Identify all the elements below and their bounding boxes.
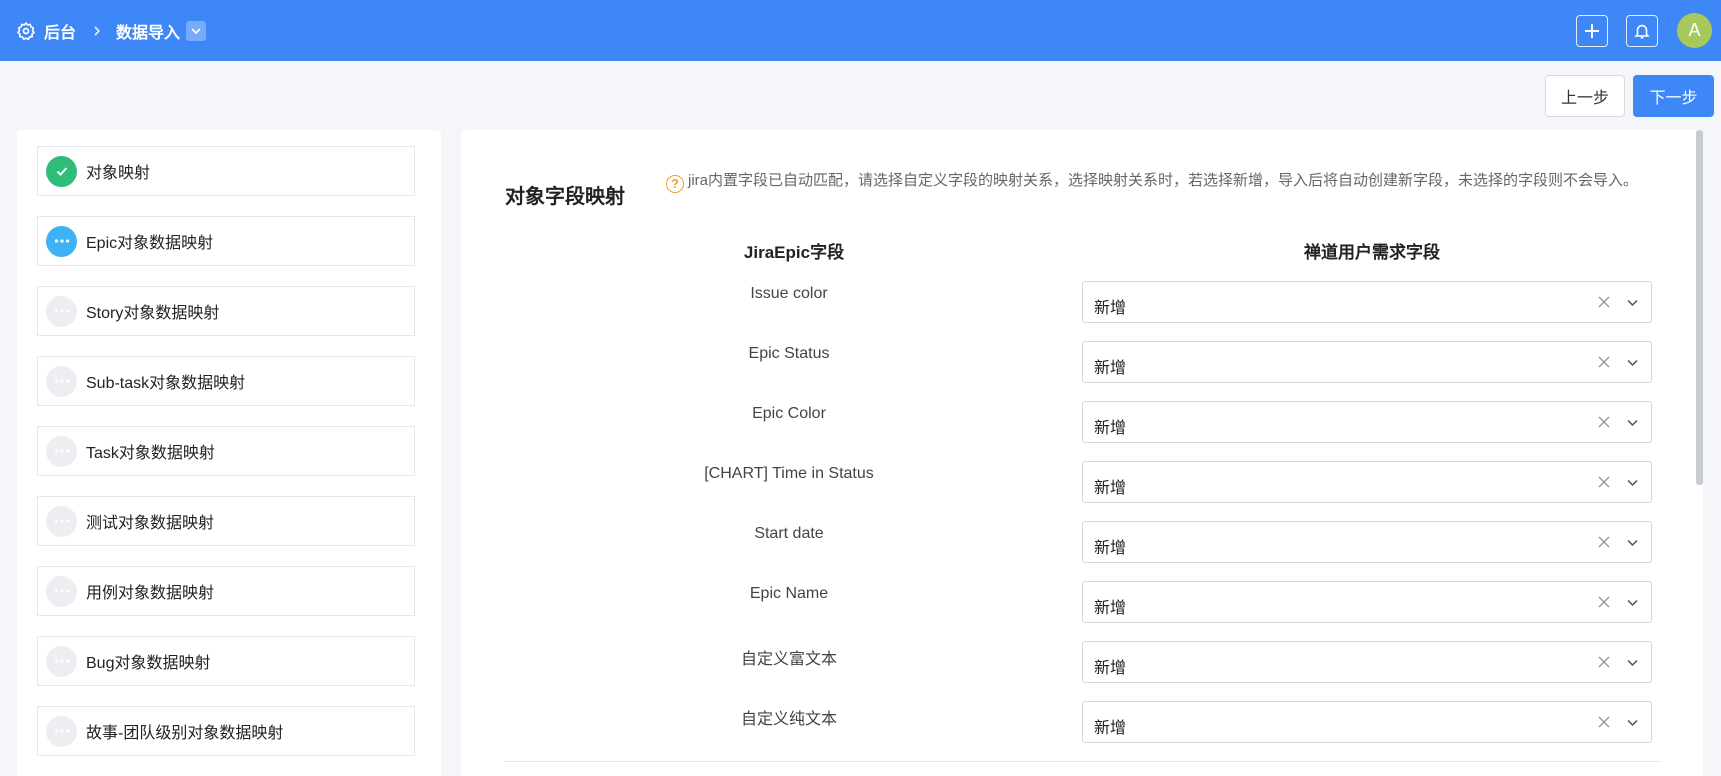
step-label: 对象映射 <box>86 165 151 182</box>
field-name: Epic Name <box>749 585 829 602</box>
step-label: 测试对象数据映射 <box>86 515 215 532</box>
top-header: 后台 数据导入 <box>0 0 1721 61</box>
field-name: Epic Color <box>752 405 826 422</box>
step-item-epic[interactable]: Epic对象数据映射 <box>37 216 415 266</box>
mapping-select[interactable]: 新增 <box>1082 701 1652 743</box>
chevron-down-icon[interactable] <box>1626 596 1639 609</box>
prev-step-button[interactable]: 上一步 <box>1545 75 1625 117</box>
gear-icon[interactable] <box>16 21 36 41</box>
step-item-story[interactable]: Story对象数据映射 <box>37 286 415 336</box>
mapping-select[interactable]: 新增 <box>1082 581 1652 623</box>
close-icon[interactable] <box>1597 595 1611 609</box>
column-header-source: JiraEpic字段 <box>743 243 845 262</box>
column-header-target: 禅道用户需求字段 <box>1304 243 1440 262</box>
ellipsis-icon <box>46 295 77 327</box>
chevron-down-icon[interactable] <box>1626 536 1639 549</box>
chevron-right-icon <box>90 24 104 38</box>
select-value: 新增 <box>1094 420 1127 437</box>
close-icon[interactable] <box>1597 715 1611 729</box>
ellipsis-icon <box>46 645 77 677</box>
plus-icon <box>1582 21 1602 41</box>
field-name: Issue color <box>750 285 828 302</box>
breadcrumb-current: 数据导入 <box>116 24 181 42</box>
chevron-down-icon[interactable] <box>1626 296 1639 309</box>
notification-button[interactable] <box>1626 15 1658 47</box>
ellipsis-icon <box>46 225 77 257</box>
chevron-down-icon[interactable] <box>1626 416 1639 429</box>
avatar[interactable]: A <box>1677 13 1712 48</box>
scrollbar[interactable] <box>1696 130 1703 485</box>
breadcrumb-root[interactable]: 后台 <box>44 19 76 43</box>
close-icon[interactable] <box>1597 295 1611 309</box>
ellipsis-icon <box>46 575 77 607</box>
close-icon[interactable] <box>1597 475 1611 489</box>
close-icon[interactable] <box>1597 655 1611 669</box>
field-name: 自定义富文本 <box>740 651 838 668</box>
check-icon <box>46 155 77 187</box>
tip-text: jira内置字段已自动匹配，请选择自定义字段的映射关系，选择映射关系时，若选择新… <box>688 172 1639 189</box>
mapping-select[interactable]: 新增 <box>1082 341 1652 383</box>
step-label: Task对象数据映射 <box>86 445 215 462</box>
select-value: 新增 <box>1094 360 1127 377</box>
close-icon[interactable] <box>1597 355 1611 369</box>
step-label: 故事-团队级别对象数据映射 <box>86 725 284 742</box>
chevron-down-icon[interactable] <box>1626 356 1639 369</box>
close-icon[interactable] <box>1597 415 1611 429</box>
close-icon[interactable] <box>1597 535 1611 549</box>
ellipsis-icon <box>46 365 77 397</box>
step-label: Story对象数据映射 <box>86 305 220 322</box>
chevron-down-icon[interactable] <box>1626 716 1639 729</box>
ellipsis-icon <box>46 505 77 537</box>
step-label: Bug对象数据映射 <box>86 655 211 672</box>
field-name: Epic Status <box>748 345 830 362</box>
section-title: 对象字段映射 <box>505 186 625 208</box>
step-label: Sub-task对象数据映射 <box>86 375 246 392</box>
divider <box>505 761 1661 762</box>
step-item-task[interactable]: Task对象数据映射 <box>37 426 415 476</box>
select-value: 新增 <box>1094 300 1127 317</box>
select-value: 新增 <box>1094 600 1127 617</box>
mapping-select[interactable]: 新增 <box>1082 281 1652 323</box>
select-value: 新增 <box>1094 540 1127 557</box>
step-label: 用例对象数据映射 <box>86 585 215 602</box>
step-item-case[interactable]: 用例对象数据映射 <box>37 566 415 616</box>
mapping-select[interactable]: 新增 <box>1082 641 1652 683</box>
mapping-select[interactable]: 新增 <box>1082 401 1652 443</box>
question-circle-icon: ? <box>666 175 684 193</box>
chevron-down-icon[interactable] <box>1626 656 1639 669</box>
field-name: [CHART] Time in Status <box>704 465 874 482</box>
mapping-tip: ? jira内置字段已自动匹配，请选择自定义字段的映射关系，选择映射关系时，若选择… <box>658 168 1682 194</box>
add-button[interactable] <box>1576 15 1608 47</box>
mapping-select[interactable]: 新增 <box>1082 461 1652 503</box>
step-item-bug[interactable]: Bug对象数据映射 <box>37 636 415 686</box>
select-value: 新增 <box>1094 480 1127 497</box>
mapping-select[interactable]: 新增 <box>1082 521 1652 563</box>
steps-panel: 对象映射 Epic对象数据映射 Story对象数据映射 Sub-task对象数据… <box>17 130 441 776</box>
select-value: 新增 <box>1094 720 1127 737</box>
bell-icon <box>1633 22 1651 40</box>
select-value: 新增 <box>1094 660 1127 677</box>
ellipsis-icon <box>46 435 77 467</box>
step-item-subtask[interactable]: Sub-task对象数据映射 <box>37 356 415 406</box>
ellipsis-icon <box>46 715 77 747</box>
chevron-down-icon[interactable] <box>1626 476 1639 489</box>
mapping-panel: 对象字段映射 ? jira内置字段已自动匹配，请选择自定义字段的映射关系，选择映射… <box>461 130 1703 776</box>
field-name: Start date <box>754 525 824 542</box>
step-item-test[interactable]: 测试对象数据映射 <box>37 496 415 546</box>
step-label: Epic对象数据映射 <box>86 235 214 252</box>
step-item-object-mapping[interactable]: 对象映射 <box>37 146 415 196</box>
next-step-button[interactable]: 下一步 <box>1633 75 1714 117</box>
field-name: 自定义纯文本 <box>740 711 838 728</box>
step-item-team-story[interactable]: 故事-团队级别对象数据映射 <box>37 706 415 756</box>
chevron-down-icon[interactable] <box>186 20 207 41</box>
